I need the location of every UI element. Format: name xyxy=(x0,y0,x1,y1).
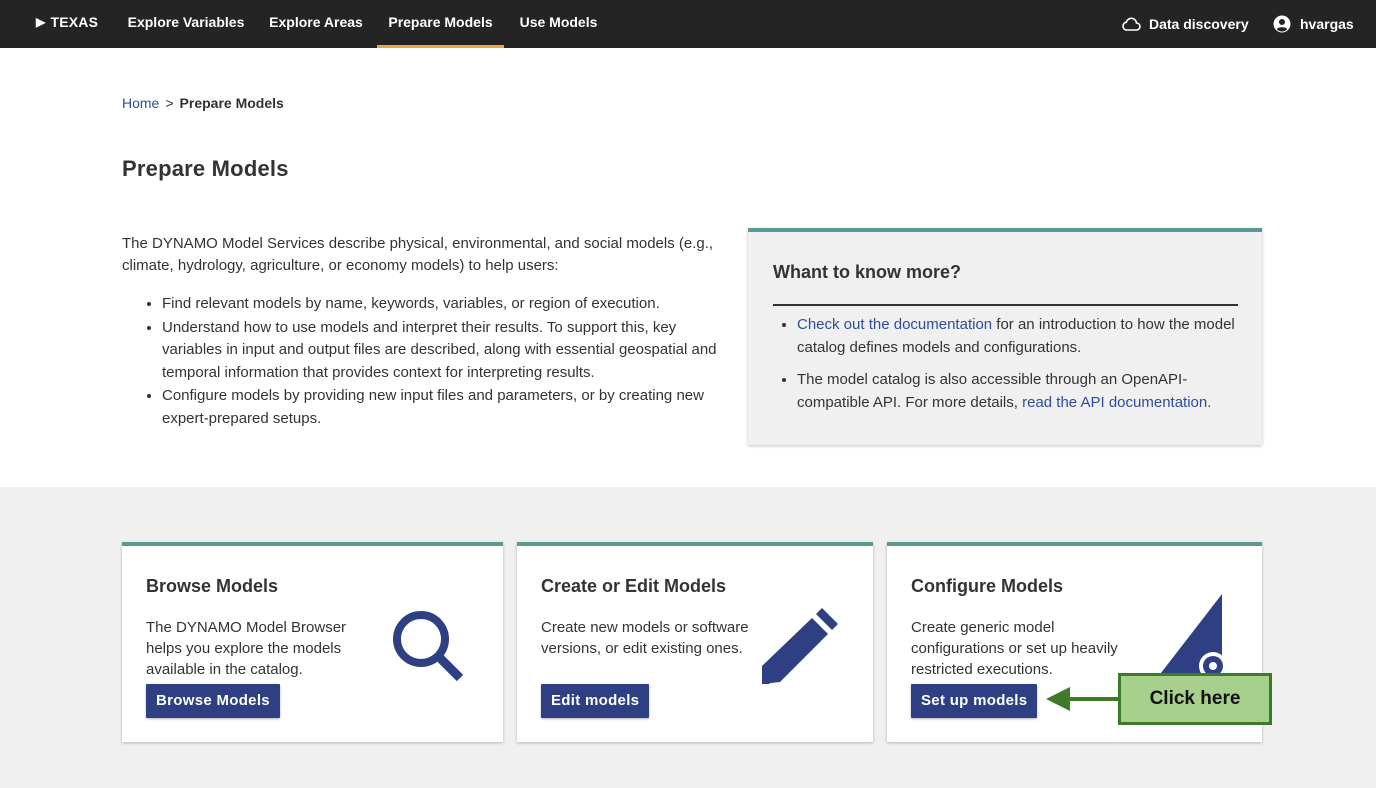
breadcrumb-current: Prepare Models xyxy=(179,95,284,111)
user-menu[interactable]: hvargas xyxy=(1273,0,1354,48)
breadcrumb-separator: > xyxy=(165,95,174,111)
cloud-icon xyxy=(1121,17,1141,31)
intro-list-item: Configure models by providing new input … xyxy=(162,385,722,430)
api-documentation-link[interactable]: read the API documentation. xyxy=(1022,394,1211,411)
brand-link[interactable]: ▶ TEXAS xyxy=(36,14,98,30)
set-up-models-button[interactable]: Set up models xyxy=(911,684,1038,718)
card-description: Create new models or software versions, … xyxy=(541,619,749,657)
intro-list-item: Find relevant models by name, keywords, … xyxy=(162,293,722,316)
card-description: Create generic model configurations or s… xyxy=(911,619,1118,678)
card-description: The DYNAMO Model Browser helps you explo… xyxy=(146,619,347,678)
username-label: hvargas xyxy=(1300,16,1354,32)
play-icon: ▶ xyxy=(36,15,46,29)
browse-models-button[interactable]: Browse Models xyxy=(146,684,280,718)
pencil-icon xyxy=(760,606,840,691)
info-list-item: Check out the documentation for an intro… xyxy=(797,314,1243,359)
card-title: Browse Models xyxy=(146,576,279,596)
info-panel-title: Whant to know more? xyxy=(773,262,961,282)
arrow-left-icon xyxy=(1046,686,1122,717)
breadcrumb-home-link[interactable]: Home xyxy=(122,95,159,111)
create-edit-models-card: Create or Edit Models Create new models … xyxy=(517,542,873,742)
account-circle-icon xyxy=(1273,15,1291,33)
nav-explore-areas[interactable]: Explore Areas xyxy=(262,0,370,48)
divider xyxy=(773,304,1238,306)
intro-section: The DYNAMO Model Services describe physi… xyxy=(122,233,722,431)
click-here-callout: Click here xyxy=(1118,673,1272,725)
edit-models-button[interactable]: Edit models xyxy=(541,684,650,718)
info-list: Check out the documentation for an intro… xyxy=(773,314,1243,424)
nav-use-models[interactable]: Use Models xyxy=(512,0,605,48)
documentation-link[interactable]: Check out the documentation xyxy=(797,316,992,333)
search-icon xyxy=(390,608,466,689)
nav-prepare-models[interactable]: Prepare Models xyxy=(377,0,504,48)
card-title: Create or Edit Models xyxy=(541,576,727,596)
intro-list-item: Understand how to use models and interpr… xyxy=(162,317,722,385)
breadcrumb: Home > Prepare Models xyxy=(122,95,284,111)
data-discovery-link[interactable]: Data discovery xyxy=(1121,0,1249,48)
browse-models-card: Browse Models The DYNAMO Model Browser h… xyxy=(122,542,503,742)
nav-explore-variables[interactable]: Explore Variables xyxy=(118,0,254,48)
intro-paragraph: The DYNAMO Model Services describe physi… xyxy=(122,235,714,274)
info-list-item: The model catalog is also accessible thr… xyxy=(797,369,1243,414)
top-navbar: ▶ TEXAS Explore Variables Explore Areas … xyxy=(0,0,1376,48)
info-panel: Whant to know more? Check out the docume… xyxy=(748,228,1262,445)
intro-list: Find relevant models by name, keywords, … xyxy=(122,293,722,430)
page-title: Prepare Models xyxy=(122,156,289,181)
brand-label: TEXAS xyxy=(50,14,99,30)
data-discovery-label: Data discovery xyxy=(1149,16,1249,32)
card-title: Configure Models xyxy=(911,576,1063,596)
